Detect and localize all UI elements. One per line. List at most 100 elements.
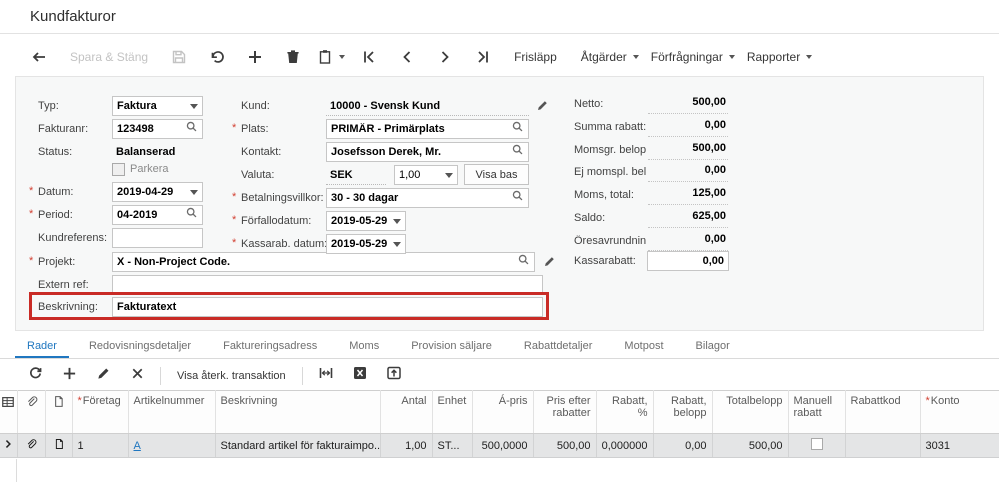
edit-row-button[interactable] (86, 363, 120, 389)
fakturanr-input[interactable]: 123498 (112, 119, 203, 139)
search-icon[interactable] (511, 189, 524, 207)
projekt-input[interactable]: X - Non-Project Code. (112, 252, 535, 272)
valuta-label: Valuta: (241, 169, 274, 181)
tab-provision-saljare[interactable]: Provision säljare (399, 337, 504, 359)
cell-totalbelopp[interactable]: 500,00 (712, 434, 788, 458)
kassarabatt-input[interactable] (647, 251, 729, 271)
cell-foretag[interactable]: 1 (72, 434, 128, 458)
column-header-beskrivning[interactable]: Beskrivning (215, 391, 380, 434)
first-record-button[interactable] (350, 42, 388, 72)
search-icon[interactable] (511, 120, 524, 138)
period-input[interactable]: 04-2019 (112, 205, 203, 225)
previous-record-button[interactable] (388, 42, 426, 72)
cell-rabatt-belopp[interactable]: 0,00 (653, 434, 712, 458)
manuell-rabatt-checkbox[interactable] (811, 438, 823, 450)
tab-moms[interactable]: Moms (337, 337, 391, 359)
parkera-checkbox[interactable] (112, 163, 125, 176)
valuta-rate-select[interactable]: 1,00 (394, 165, 458, 185)
search-icon[interactable] (511, 143, 524, 161)
upload-button[interactable] (377, 363, 411, 389)
plats-input[interactable]: PRIMÄR - Primärplats (326, 119, 529, 139)
clipboard-menu-button[interactable] (312, 42, 350, 72)
projekt-edit-pencil-icon[interactable] (543, 255, 556, 273)
kundreferens-input[interactable] (112, 228, 203, 248)
kontakt-input[interactable]: Josefsson Derek, Mr. (326, 142, 529, 162)
column-header-antal[interactable]: Antal (380, 391, 432, 434)
column-header-pris-efter-rabatter[interactable]: Pris efter rabatter (533, 391, 596, 434)
search-icon[interactable] (185, 206, 198, 224)
export-excel-button[interactable] (343, 363, 377, 389)
save-close-button[interactable]: Spara & Stäng (58, 42, 160, 72)
betalningsvillkor-input[interactable]: 30 - 30 dagar (326, 188, 529, 208)
clipboard-icon (317, 49, 333, 65)
actions-menu[interactable]: Åtgärder (569, 42, 639, 72)
column-header-a-pris[interactable]: Á-pris (472, 391, 533, 434)
column-header-konto[interactable]: *Konto (920, 391, 999, 434)
extern-ref-input[interactable] (112, 275, 543, 295)
field-valuta: Valuta: (241, 165, 274, 185)
datum-picker[interactable]: 2019-04-29 (112, 182, 203, 202)
release-button[interactable]: Frisläpp (502, 42, 569, 72)
field-period: * Period: (38, 205, 73, 225)
notes-column-header[interactable] (45, 391, 72, 434)
cell-rabatt-pct[interactable]: 0,000000 (596, 434, 653, 458)
cell-a-pris[interactable]: 500,0000 (472, 434, 533, 458)
add-row-button[interactable] (52, 363, 86, 389)
field-plats: * Plats: (241, 119, 269, 139)
visa-bas-button[interactable]: Visa bas (464, 164, 529, 185)
column-header-manuell-rabatt[interactable]: Manuell rabatt (788, 391, 845, 434)
cell-enhet[interactable]: ST... (432, 434, 472, 458)
search-icon[interactable] (185, 120, 198, 138)
visa-aterk-transaktion-button[interactable]: Visa återk. transaktion (167, 363, 296, 389)
cell-beskrivning[interactable]: Standard artikel för fakturaimpo... (215, 434, 380, 458)
row-note-cell[interactable] (45, 434, 72, 458)
kund-readonly[interactable]: 10000 - Svensk Kund (326, 96, 529, 116)
refresh-button[interactable] (18, 363, 52, 389)
cell-antal[interactable]: 1,00 (380, 434, 432, 458)
search-icon[interactable] (517, 253, 530, 271)
undo-button[interactable] (198, 42, 236, 72)
kund-edit-pencil-icon[interactable] (536, 99, 549, 117)
column-header-rabatt-belopp[interactable]: Rabatt, belopp (653, 391, 712, 434)
column-header-rabattkod[interactable]: Rabattkod (845, 391, 920, 434)
tab-motpost[interactable]: Motpost (612, 337, 675, 359)
row-selector-cell[interactable] (0, 434, 17, 458)
cell-konto[interactable]: 3031 (920, 434, 999, 458)
typ-select[interactable]: Faktura (112, 96, 203, 116)
tab-rader[interactable]: Rader (15, 337, 69, 359)
fit-width-button[interactable] (309, 363, 343, 389)
field-kassarab-datum: * Kassarab. datum: (241, 234, 327, 254)
field-datum: * Datum: (38, 182, 73, 202)
inquiries-menu[interactable]: Förfrågningar (639, 42, 735, 72)
save-button[interactable] (160, 42, 198, 72)
grid-data-row[interactable]: 1 A Standard artikel för fakturaimpo... … (0, 434, 999, 458)
kassarab-datum-picker[interactable]: 2019-05-29 (326, 234, 406, 254)
cell-pris-efter-rabatter[interactable]: 500,00 (533, 434, 596, 458)
reports-menu[interactable]: Rapporter (735, 42, 812, 72)
tab-redovisningsdetaljer[interactable]: Redovisningsdetaljer (77, 337, 203, 359)
tab-bilagor[interactable]: Bilagor (684, 337, 742, 359)
cell-rabattkod[interactable] (845, 434, 920, 458)
delete-row-button[interactable] (120, 363, 154, 389)
cell-manuell-rabatt[interactable] (788, 434, 845, 458)
back-button[interactable] (20, 42, 58, 72)
column-header-enhet[interactable]: Enhet (432, 391, 472, 434)
grid-settings-header[interactable] (0, 391, 17, 434)
plats-label: Plats: (241, 123, 269, 135)
tab-rabattdetaljer[interactable]: Rabattdetaljer (512, 337, 605, 359)
attachments-column-header[interactable] (17, 391, 45, 434)
column-header-artikelnummer[interactable]: Artikelnummer (128, 391, 215, 434)
artikelnummer-link[interactable]: A (134, 440, 141, 452)
column-header-totalbelopp[interactable]: Totalbelopp (712, 391, 788, 434)
next-record-button[interactable] (426, 42, 464, 72)
beskrivning-input[interactable] (112, 297, 543, 317)
column-header-foretag[interactable]: *Företag (72, 391, 128, 434)
row-attachment-cell[interactable] (17, 434, 45, 458)
column-header-rabatt-pct[interactable]: Rabatt, % (596, 391, 653, 434)
add-button[interactable] (236, 42, 274, 72)
cell-artikelnummer[interactable]: A (128, 434, 215, 458)
delete-button[interactable] (274, 42, 312, 72)
tab-faktureringsadress[interactable]: Faktureringsadress (211, 337, 329, 359)
last-record-button[interactable] (464, 42, 502, 72)
forfallodatum-picker[interactable]: 2019-05-29 (326, 211, 406, 231)
